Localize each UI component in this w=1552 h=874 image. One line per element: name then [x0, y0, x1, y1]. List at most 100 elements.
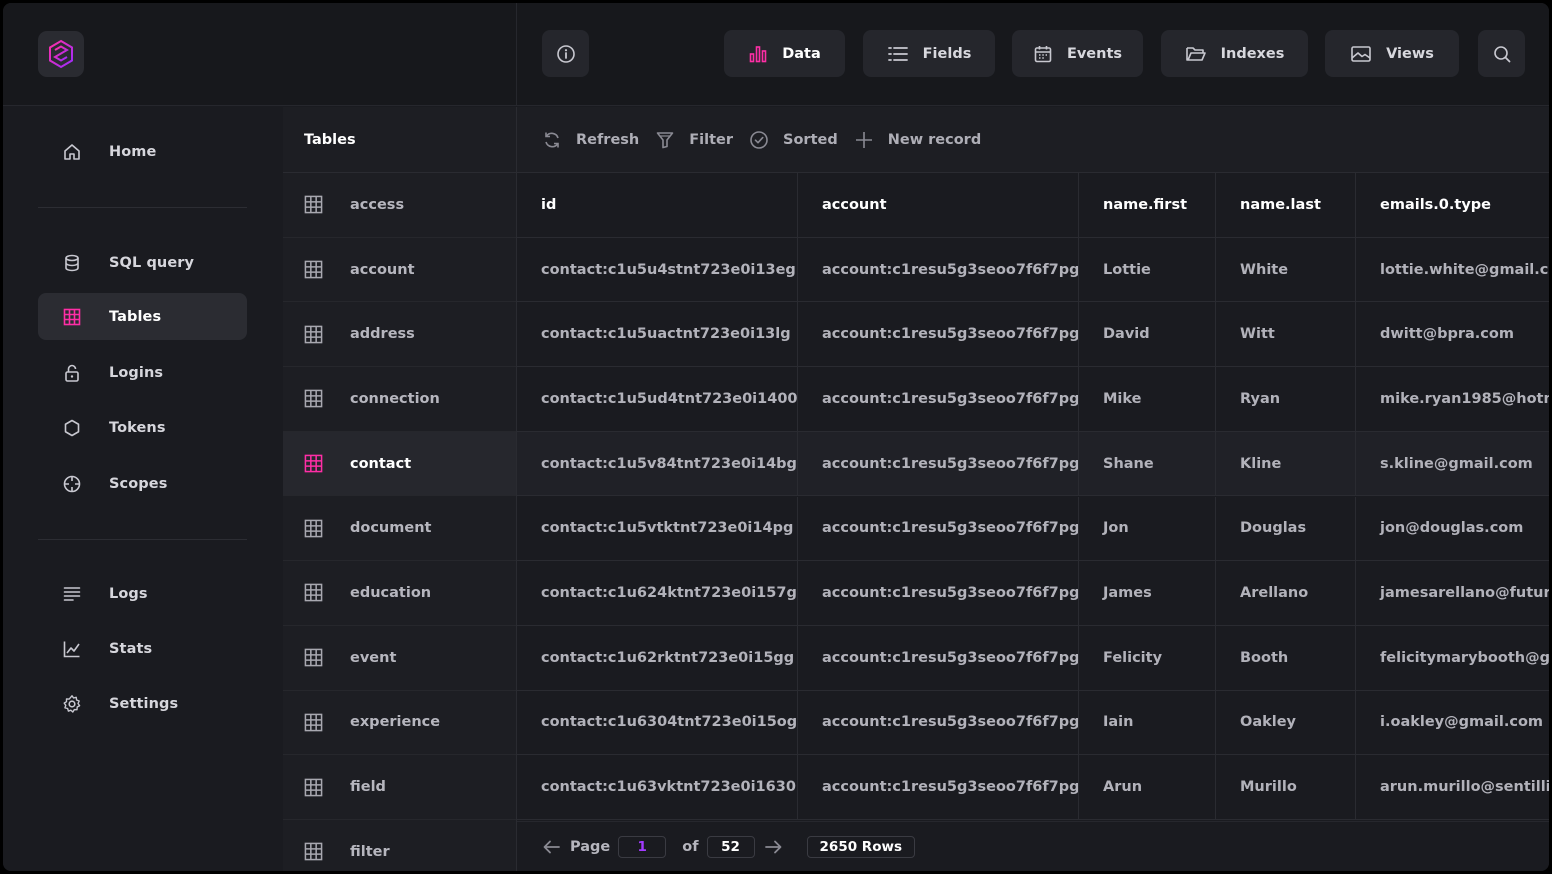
cell-name-first[interactable]: Lottie	[1079, 237, 1216, 302]
column-header-name-last[interactable]: name.last	[1216, 173, 1356, 237]
app-logo[interactable]	[38, 31, 84, 77]
sidebar-item-tokens[interactable]: Tokens	[38, 404, 247, 451]
tab-data[interactable]: Data	[724, 30, 845, 77]
prev-page-icon[interactable]	[542, 837, 562, 857]
cell-account[interactable]: account:c1resu5g3seoo7f6f7pg	[798, 561, 1079, 625]
filter-button[interactable]: Filter	[655, 130, 733, 150]
cell-id[interactable]: contact:c1u62rktnt723e0i15gg	[517, 625, 798, 690]
cell-name-last[interactable]: Oakley	[1216, 690, 1356, 755]
cell-email[interactable]: i.oakley@gmail.com	[1356, 691, 1549, 755]
info-button[interactable]	[542, 30, 589, 77]
cell-id[interactable]: contact:c1u5vtktnt723e0i14pg	[517, 496, 798, 561]
search-button[interactable]	[1478, 30, 1525, 77]
table-icon	[304, 842, 323, 861]
tab-views[interactable]: Views	[1325, 30, 1459, 77]
lock-icon	[62, 363, 82, 383]
cell-name-first[interactable]: Mike	[1079, 367, 1216, 431]
table-item-contact[interactable]: contact	[283, 431, 516, 497]
sidebar-item-home[interactable]: Home	[38, 128, 247, 175]
cell-account[interactable]: account:c1resu5g3seoo7f6f7pg	[798, 367, 1079, 431]
table-row[interactable]: contact:c1u63vktnt723e0i1630 account:c1re…	[517, 755, 1549, 820]
cell-email[interactable]: arun.murillo@sentillion.com	[1356, 755, 1549, 819]
table-row[interactable]: contact:c1u62rktnt723e0i15gg account:c1re…	[517, 625, 1549, 691]
table-item-education[interactable]: education	[283, 561, 516, 626]
next-page-icon[interactable]	[763, 837, 783, 857]
cell-email[interactable]: jon@douglas.com	[1356, 497, 1549, 561]
cell-id[interactable]: contact:c1u5v84tnt723e0i14bg	[517, 431, 798, 496]
tab-events[interactable]: Events	[1012, 30, 1143, 77]
table-item-event[interactable]: event	[283, 626, 516, 691]
cell-name-first[interactable]: Jon	[1079, 496, 1216, 561]
cell-name-last[interactable]: Murillo	[1216, 755, 1356, 819]
table-item-account[interactable]: account	[283, 238, 516, 303]
table-icon	[304, 519, 323, 538]
table-item-connection[interactable]: connection	[283, 367, 516, 432]
sidebar-item-stats[interactable]: Stats	[38, 625, 247, 672]
cell-name-first[interactable]: Arun	[1079, 755, 1216, 819]
cell-id[interactable]: contact:c1u6304tnt723e0i15og	[517, 690, 798, 755]
table-item-field[interactable]: field	[283, 755, 516, 820]
cell-name-last[interactable]: Booth	[1216, 625, 1356, 690]
cell-account[interactable]: account:c1resu5g3seoo7f6f7pg	[798, 431, 1079, 496]
cell-email[interactable]: felicitymarybooth@gmail.com	[1356, 626, 1549, 690]
cell-email[interactable]: lottie.white@gmail.com	[1356, 238, 1549, 302]
column-header-id[interactable]: id	[517, 173, 798, 237]
table-row[interactable]: contact:c1u5ud4tnt723e0i1400 account:c1re…	[517, 367, 1549, 432]
table-item-access[interactable]: access	[283, 173, 516, 238]
database-icon	[62, 253, 82, 273]
cell-id[interactable]: contact:c1u5u4stnt723e0i13eg	[517, 237, 798, 302]
table-icon	[62, 307, 82, 327]
cell-name-first[interactable]: Felicity	[1079, 625, 1216, 690]
cell-name-first[interactable]: David	[1079, 302, 1216, 367]
tab-fields[interactable]: Fields	[863, 30, 995, 77]
page-input[interactable]: 1	[618, 835, 667, 858]
tab-indexes[interactable]: Indexes	[1161, 30, 1308, 77]
sidebar-item-logins[interactable]: Logins	[38, 349, 247, 396]
table-item-document[interactable]: document	[283, 496, 516, 562]
cell-account[interactable]: account:c1resu5g3seoo7f6f7pg	[798, 755, 1079, 819]
sidebar-item-scopes[interactable]: Scopes	[38, 460, 247, 507]
cell-name-last[interactable]: Kline	[1216, 431, 1356, 496]
cell-name-last[interactable]: Douglas	[1216, 496, 1356, 561]
refresh-button[interactable]: Refresh	[542, 130, 639, 150]
column-header-account[interactable]: account	[798, 173, 1079, 237]
sidebar-item-sql-query[interactable]: SQL query	[38, 239, 247, 286]
table-item-filter[interactable]: filter	[283, 820, 516, 871]
sidebar-item-logs[interactable]: Logs	[38, 570, 247, 617]
sidebar-item-tables[interactable]: Tables	[38, 293, 247, 340]
cell-id[interactable]: contact:c1u63vktnt723e0i1630	[517, 755, 798, 819]
cell-email[interactable]: jamesarellano@futuretech.com	[1356, 561, 1549, 625]
table-row[interactable]: contact:c1u5v84tnt723e0i14bg account:c1re…	[517, 431, 1549, 497]
cell-id[interactable]: contact:c1u5ud4tnt723e0i1400	[517, 367, 798, 431]
cell-name-first[interactable]: Shane	[1079, 431, 1216, 496]
cell-name-last[interactable]: Witt	[1216, 302, 1356, 367]
table-item-address[interactable]: address	[283, 302, 516, 368]
cell-name-last[interactable]: Arellano	[1216, 561, 1356, 625]
cell-name-last[interactable]: White	[1216, 237, 1356, 302]
cell-account[interactable]: account:c1resu5g3seoo7f6f7pg	[798, 302, 1079, 367]
sidebar-item-settings[interactable]: Settings	[38, 680, 247, 727]
cell-name-first[interactable]: James	[1079, 561, 1216, 625]
table-item-label: event	[350, 649, 397, 666]
cell-account[interactable]: account:c1resu5g3seoo7f6f7pg	[798, 496, 1079, 561]
table-row[interactable]: contact:c1u624ktnt723e0i157g account:c1re…	[517, 561, 1549, 626]
table-item-experience[interactable]: experience	[283, 691, 516, 756]
new-record-button[interactable]: New record	[854, 130, 981, 150]
cell-account[interactable]: account:c1resu5g3seoo7f6f7pg	[798, 237, 1079, 302]
cell-name-last[interactable]: Ryan	[1216, 367, 1356, 431]
table-row[interactable]: contact:c1u5vtktnt723e0i14pg account:c1re…	[517, 496, 1549, 562]
table-row[interactable]: contact:c1u5uactnt723e0i13lg account:c1re…	[517, 302, 1549, 368]
cell-id[interactable]: contact:c1u5uactnt723e0i13lg	[517, 302, 798, 367]
cell-account[interactable]: account:c1resu5g3seoo7f6f7pg	[798, 690, 1079, 755]
table-row[interactable]: contact:c1u5u4stnt723e0i13eg account:c1re…	[517, 237, 1549, 303]
sorted-button[interactable]: Sorted	[749, 130, 838, 150]
cell-email[interactable]: mike.ryan1985@hotmail.com	[1356, 367, 1549, 431]
cell-account[interactable]: account:c1resu5g3seoo7f6f7pg	[798, 625, 1079, 690]
cell-name-first[interactable]: Iain	[1079, 690, 1216, 755]
table-row[interactable]: contact:c1u6304tnt723e0i15og account:c1re…	[517, 690, 1549, 756]
cell-email[interactable]: dwitt@bpra.com	[1356, 302, 1549, 366]
cell-id[interactable]: contact:c1u624ktnt723e0i157g	[517, 561, 798, 625]
column-header-emails-type[interactable]: emails.0.type	[1356, 173, 1549, 237]
cell-email[interactable]: s.kline@gmail.com	[1356, 432, 1549, 496]
column-header-name-first[interactable]: name.first	[1079, 173, 1216, 237]
